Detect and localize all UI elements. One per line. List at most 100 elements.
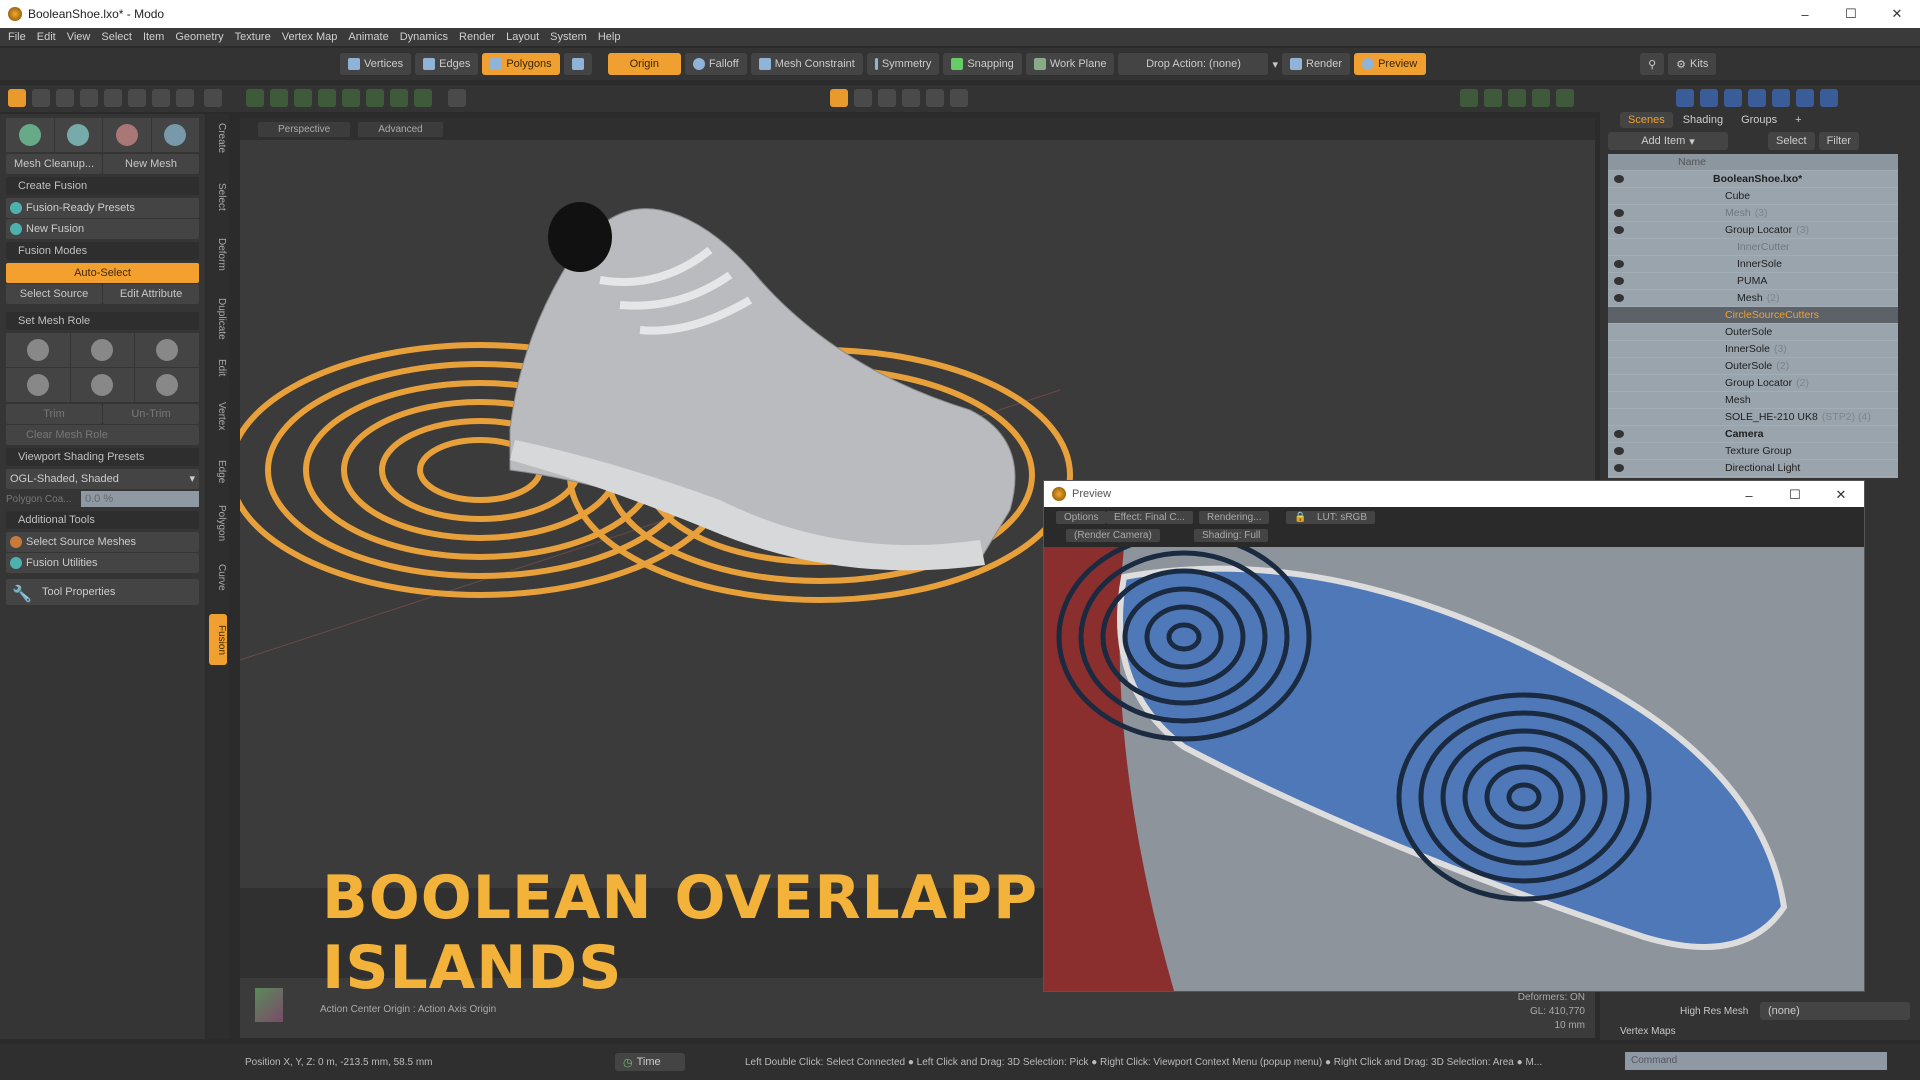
preview-options-button[interactable]: Options xyxy=(1056,511,1107,524)
viewport-shading-presets-section[interactable]: Viewport Shading Presets xyxy=(6,448,199,466)
scene-item[interactable]: Texture Group xyxy=(1608,443,1898,460)
menu-file[interactable]: File xyxy=(8,31,26,43)
menu-texture[interactable]: Texture xyxy=(235,31,271,43)
select-button[interactable]: Select xyxy=(1768,132,1815,150)
settings-green-icon[interactable] xyxy=(1556,89,1574,107)
locator-icon[interactable] xyxy=(1724,89,1742,107)
preview-minimize-button[interactable]: – xyxy=(1726,481,1772,509)
visibility-eye-icon[interactable] xyxy=(1614,277,1624,285)
polygons-mode-button[interactable]: Polygons xyxy=(482,53,560,75)
scene-tab-add[interactable]: + xyxy=(1787,112,1809,128)
chevron-down-icon[interactable]: ▾ xyxy=(1272,58,1278,71)
camera-item-icon[interactable] xyxy=(1796,89,1814,107)
visibility-eye-icon[interactable] xyxy=(1614,226,1624,234)
rotate-tool-icon[interactable] xyxy=(80,89,98,107)
filter-button[interactable]: Filter xyxy=(1818,132,1860,150)
snapping-button[interactable]: Snapping xyxy=(943,53,1022,75)
maximize-button[interactable]: ☐ xyxy=(1828,0,1874,28)
advanced-shading-dropdown[interactable]: Advanced xyxy=(358,121,443,137)
fusion-preset-button-1[interactable] xyxy=(6,118,54,152)
vertex-maps-section[interactable]: Vertex Maps xyxy=(1620,1026,1676,1037)
scale-tool-icon[interactable] xyxy=(56,89,74,107)
search-button[interactable]: ⚲ xyxy=(1640,53,1665,75)
role-add-button-2[interactable] xyxy=(70,333,135,367)
preview-maximize-button[interactable]: ☐ xyxy=(1772,481,1818,509)
symmetry-button[interactable]: Symmetry xyxy=(866,53,940,75)
menu-animate[interactable]: Animate xyxy=(348,31,388,43)
menu-view[interactable]: View xyxy=(67,31,91,43)
menu-select[interactable]: Select xyxy=(101,31,132,43)
close-button[interactable]: ✕ xyxy=(1874,0,1920,28)
fusion-modes-section[interactable]: Fusion Modes xyxy=(6,242,199,260)
mesh-cleanup-button[interactable]: Mesh Cleanup... xyxy=(6,154,102,174)
menu-help[interactable]: Help xyxy=(598,31,621,43)
scene-item[interactable]: Directional Light xyxy=(1608,460,1898,477)
scene-item[interactable]: Group Locator (2) xyxy=(1608,375,1898,392)
scene-item[interactable]: Mesh (3) xyxy=(1608,205,1898,222)
menu-render[interactable]: Render xyxy=(459,31,495,43)
list-icon[interactable] xyxy=(1460,89,1478,107)
role-cylinder-button[interactable] xyxy=(70,368,135,402)
image-icon[interactable] xyxy=(1532,89,1550,107)
trim-button[interactable]: Trim xyxy=(6,404,102,424)
auto-select-button[interactable]: Auto-Select xyxy=(6,263,199,283)
shader-icon[interactable] xyxy=(1676,89,1694,107)
visibility-eye-icon[interactable] xyxy=(1614,209,1624,217)
edit-attribute-button[interactable]: Edit Attribute xyxy=(103,284,199,304)
mesh-tool-icon[interactable] xyxy=(246,89,264,107)
render-button[interactable]: Render xyxy=(1282,53,1351,75)
kits-button[interactable]: ⚙ Kits xyxy=(1668,53,1717,75)
vtab-select[interactable]: Select xyxy=(209,175,227,219)
scene-item[interactable]: InnerSole (3) xyxy=(1608,341,1898,358)
scene-item[interactable]: Camera xyxy=(1608,426,1898,443)
preview-shading-dropdown[interactable]: Shading: Full xyxy=(1194,529,1269,542)
move-tool-icon[interactable] xyxy=(32,89,50,107)
menu-vertex-map[interactable]: Vertex Map xyxy=(282,31,338,43)
scene-item[interactable]: Mesh (2) xyxy=(1608,290,1898,307)
scene-item[interactable]: OuterSole (2) xyxy=(1608,358,1898,375)
vtab-curve[interactable]: Curve xyxy=(209,553,227,602)
command-input[interactable]: Command xyxy=(1625,1052,1887,1070)
stamp-tool-icon[interactable] xyxy=(152,89,170,107)
scene-item[interactable]: Cube xyxy=(1608,188,1898,205)
work-plane-button[interactable]: Work Plane xyxy=(1025,53,1115,75)
scene-item[interactable]: Group Locator (3) xyxy=(1608,222,1898,239)
visibility-eye-icon[interactable] xyxy=(1614,260,1624,268)
vtab-vertex[interactable]: Vertex xyxy=(209,389,227,445)
new-mesh-button[interactable]: New Mesh xyxy=(103,154,199,174)
vtab-edit[interactable]: Edit xyxy=(209,352,227,384)
zoom-tool-icon[interactable] xyxy=(176,89,194,107)
role-add-button-3[interactable] xyxy=(135,333,199,367)
material-icon[interactable] xyxy=(1700,89,1718,107)
add-item-dropdown[interactable]: Add Item ▾ xyxy=(1608,132,1728,150)
tool-properties-panel[interactable]: 🔧 Tool Properties xyxy=(6,579,199,605)
scene-item[interactable]: Mesh xyxy=(1608,392,1898,409)
search-tool-icon[interactable] xyxy=(448,89,466,107)
item-mode-button[interactable] xyxy=(563,53,592,75)
vtab-duplicate[interactable]: Duplicate xyxy=(209,291,227,347)
role-add-button-1[interactable] xyxy=(6,333,70,367)
visibility-eye-icon[interactable] xyxy=(1614,447,1624,455)
scene-item[interactable]: SOLE_HE-210 UK8 (STP2) (4) xyxy=(1608,409,1898,426)
hierarchy-tool-icon[interactable] xyxy=(926,89,944,107)
scene-item[interactable]: OuterSole xyxy=(1608,324,1898,341)
preview-effect-dropdown[interactable]: Effect: Final C... xyxy=(1106,511,1193,524)
role-sphere-button[interactable] xyxy=(6,368,70,402)
vtab-fusion[interactable]: Fusion xyxy=(209,614,227,666)
bevel-tool-icon[interactable] xyxy=(318,89,336,107)
fusion-ready-presets-button[interactable]: Fusion-Ready Presets xyxy=(6,198,199,218)
menu-layout[interactable]: Layout xyxy=(506,31,539,43)
fusion-utilities-button[interactable]: Fusion Utilities xyxy=(6,553,199,573)
create-fusion-section[interactable]: Create Fusion xyxy=(6,177,199,195)
visibility-eye-icon[interactable] xyxy=(1614,175,1624,183)
clear-mesh-role-button[interactable]: Clear Mesh Role xyxy=(6,425,199,445)
scene-item[interactable]: InnerSole xyxy=(1608,256,1898,273)
visibility-eye-icon[interactable] xyxy=(1614,464,1624,472)
frame-tool-icon[interactable] xyxy=(414,89,432,107)
fusion-preset-button-3[interactable] xyxy=(103,118,151,152)
menu-system[interactable]: System xyxy=(550,31,587,43)
origin-button[interactable]: Origin xyxy=(607,53,681,75)
scene-item[interactable]: InnerCutter xyxy=(1608,239,1898,256)
falloff-button[interactable]: Falloff xyxy=(684,53,747,75)
high-res-mesh-dropdown[interactable]: (none) xyxy=(1760,1002,1910,1020)
